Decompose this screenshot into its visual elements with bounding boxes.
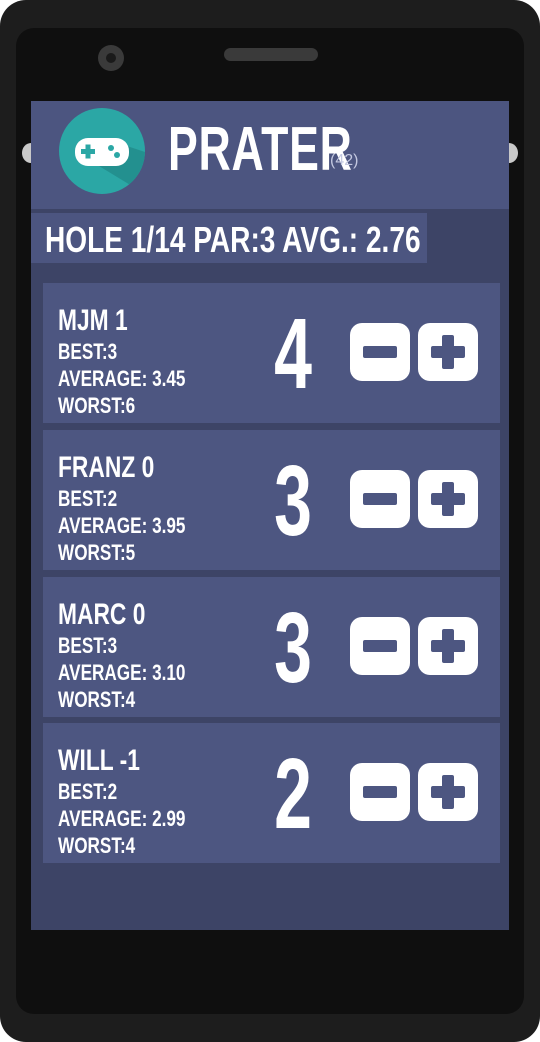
player-best: BEST:2 — [58, 779, 118, 804]
front-camera — [98, 45, 124, 71]
plus-icon — [431, 482, 465, 516]
player-score: 3 — [274, 592, 312, 704]
player-average: AVERAGE: 3.45 — [58, 366, 186, 391]
earpiece-speaker — [224, 48, 318, 61]
course-count: (42) — [330, 152, 359, 169]
player-score: 3 — [274, 445, 312, 557]
player-name: FRANZ 0 — [58, 451, 155, 484]
gamepad-icon — [59, 108, 145, 194]
increment-score-button[interactable] — [418, 763, 478, 821]
plus-icon — [431, 775, 465, 809]
player-worst: WORST:6 — [58, 393, 136, 418]
player-card: MARC 0 BEST:3 AVERAGE: 3.10 WORST:4 3 — [43, 577, 500, 717]
minus-icon — [363, 346, 397, 358]
player-score: 2 — [274, 738, 312, 850]
increment-score-button[interactable] — [418, 323, 478, 381]
player-name: MARC 0 — [58, 598, 146, 631]
phone-frame: PRATER (42) HOLE 1/14 PAR:3 AVG.: 2.76 M… — [0, 0, 540, 1042]
player-card: WILL -1 BEST:2 AVERAGE: 2.99 WORST:4 2 — [43, 723, 500, 863]
decrement-score-button[interactable] — [350, 470, 410, 528]
player-name: MJM 1 — [58, 304, 128, 337]
player-best: BEST:3 — [58, 633, 118, 658]
increment-score-button[interactable] — [418, 470, 478, 528]
player-score: 4 — [274, 298, 312, 410]
player-average: AVERAGE: 3.95 — [58, 513, 186, 538]
hole-info-text: HOLE 1/14 PAR:3 AVG.: 2.76 — [45, 219, 421, 260]
plus-icon — [431, 629, 465, 663]
player-average: AVERAGE: 2.99 — [58, 806, 186, 831]
app-title: PRATER — [168, 115, 353, 184]
minus-icon — [363, 493, 397, 505]
player-name: WILL -1 — [58, 744, 140, 777]
increment-score-button[interactable] — [418, 617, 478, 675]
plus-icon — [431, 335, 465, 369]
player-worst: WORST:4 — [58, 687, 136, 712]
minus-icon — [363, 786, 397, 798]
player-best: BEST:2 — [58, 486, 118, 511]
player-best: BEST:3 — [58, 339, 118, 364]
player-card: MJM 1 BEST:3 AVERAGE: 3.45 WORST:6 4 — [43, 283, 500, 423]
player-worst: WORST:4 — [58, 833, 136, 858]
decrement-score-button[interactable] — [350, 323, 410, 381]
app-header: PRATER (42) — [31, 101, 509, 209]
decrement-score-button[interactable] — [350, 763, 410, 821]
player-average: AVERAGE: 3.10 — [58, 660, 186, 685]
player-card: FRANZ 0 BEST:2 AVERAGE: 3.95 WORST:5 3 — [43, 430, 500, 570]
hole-info-bar: HOLE 1/14 PAR:3 AVG.: 2.76 — [31, 213, 427, 263]
app-screen: PRATER (42) HOLE 1/14 PAR:3 AVG.: 2.76 M… — [31, 101, 509, 930]
minus-icon — [363, 640, 397, 652]
decrement-score-button[interactable] — [350, 617, 410, 675]
player-worst: WORST:5 — [58, 540, 136, 565]
